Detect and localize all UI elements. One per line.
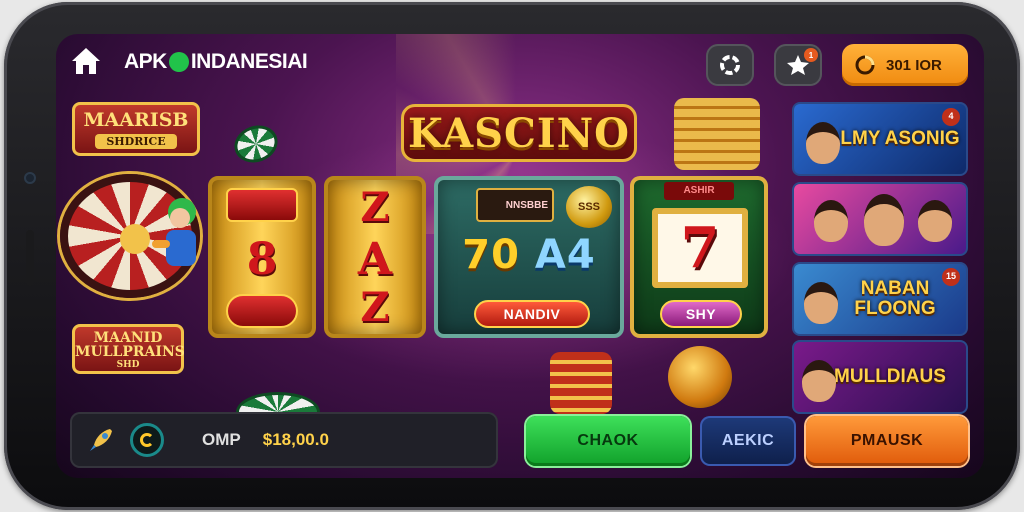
chip-stack-bottom	[550, 352, 612, 414]
side-button	[26, 230, 34, 286]
home-icon[interactable]	[70, 46, 102, 76]
promo-sign-bottom-sub: SHD	[116, 360, 140, 370]
promo-sign-bottom[interactable]: MAANID MULLPRAINS SHD	[72, 324, 185, 374]
coin-shop-button[interactable]: 301 IOR	[842, 44, 968, 86]
payline-left: 70	[462, 232, 520, 278]
card-3-face	[804, 282, 838, 324]
brand-dot-icon	[168, 52, 189, 72]
brand-title: APK INDANESIAI	[124, 50, 308, 74]
reel-1-bar-symbol	[226, 188, 298, 222]
gear-icon	[720, 55, 740, 75]
game-card-3[interactable]: NABAN FLOONG 15	[792, 262, 968, 336]
game-card-4[interactable]: MULLDIAUS	[792, 340, 968, 414]
lucky-pot-character	[668, 346, 732, 408]
reel-2: Z A Z	[324, 176, 426, 338]
currency-label: OMP	[202, 430, 241, 449]
game-card-3-badge: 15	[942, 268, 960, 286]
settings-button[interactable]	[706, 44, 754, 86]
poker-chip	[229, 119, 283, 169]
promo-sign-top-title: MAARISB	[83, 109, 189, 131]
reel-1: 8	[208, 176, 316, 338]
card-1-face	[806, 122, 840, 164]
reel-3: NNSBBE SSS 70 A4 NANDIV	[434, 176, 624, 338]
card-2-face-2	[864, 194, 904, 246]
casino-logo: KASCINO	[401, 104, 637, 162]
green-action-button[interactable]: CHAOK	[526, 416, 690, 466]
wheel-hub	[120, 224, 150, 254]
reel-2-symbol-mid: A	[357, 234, 393, 285]
spin-ring-icon[interactable]	[130, 423, 164, 457]
coin-label: 301 IOR	[886, 56, 942, 74]
mascot-character	[152, 198, 196, 266]
reel-1-symbol: 8	[246, 234, 278, 285]
game-card-1[interactable]: LMY ASONIG 4	[792, 102, 968, 176]
balance-amount: $18,00.0	[262, 430, 329, 449]
coin-icon	[855, 55, 875, 75]
camera-dot	[24, 172, 36, 184]
balance-bar: OMP $18,00.0	[70, 412, 498, 468]
reel-3-coin: SSS	[566, 186, 612, 228]
reel-3-tag: NNSBBE	[476, 188, 554, 222]
game-card-4-title: MULLDIAUS	[834, 366, 946, 388]
chip-stack-top	[674, 98, 760, 170]
nandiv-button[interactable]: NANDIV	[474, 300, 590, 328]
spin-ring-inner	[140, 433, 154, 447]
shy-button[interactable]: SHY	[660, 300, 742, 328]
reel-1-cherry-symbol	[226, 294, 298, 328]
reel-2-symbol-bottom: Z	[360, 284, 390, 331]
reel-2-symbol-top: Z	[360, 184, 390, 231]
card-2-face-1	[814, 200, 848, 242]
reel-3-payline: 70 A4	[438, 232, 620, 278]
reel-4: ASHIR 7 SHY	[630, 176, 768, 338]
game-card-1-title: LMY ASONIG	[840, 128, 960, 150]
promo-sign-top[interactable]: MAARISB SHDRICE	[72, 102, 200, 156]
game-card-2[interactable]	[792, 182, 968, 256]
promo-sign-top-sub: SHDRICE	[95, 134, 177, 149]
game-card-3-title: NABAN FLOONG	[854, 278, 936, 319]
orange-action-button[interactable]: PMAUSK	[806, 416, 968, 466]
favorites-button[interactable]: 1	[774, 44, 822, 86]
rocket-icon[interactable]	[86, 425, 116, 455]
promo-sign-bottom-title: MAANID MULLPRAINS	[75, 330, 185, 360]
reel-4-tag: ASHIR	[664, 182, 734, 200]
lucky-seven: 7	[652, 208, 748, 288]
phone-frame: APK INDANESIAI 1 301 IOR KASCINO MAARISB…	[4, 2, 1020, 510]
game-screen: APK INDANESIAI 1 301 IOR KASCINO MAARISB…	[56, 34, 984, 478]
card-2-face-3	[918, 200, 952, 242]
brand-prefix: APK	[124, 50, 167, 73]
blue-action-button[interactable]: AEKIC	[700, 416, 796, 466]
brand-suffix: INDANESIAI	[190, 50, 308, 73]
payline-right: A4	[534, 232, 596, 278]
game-card-1-badge: 4	[942, 108, 960, 126]
star-badge: 1	[804, 48, 818, 62]
card-4-face	[802, 360, 836, 402]
